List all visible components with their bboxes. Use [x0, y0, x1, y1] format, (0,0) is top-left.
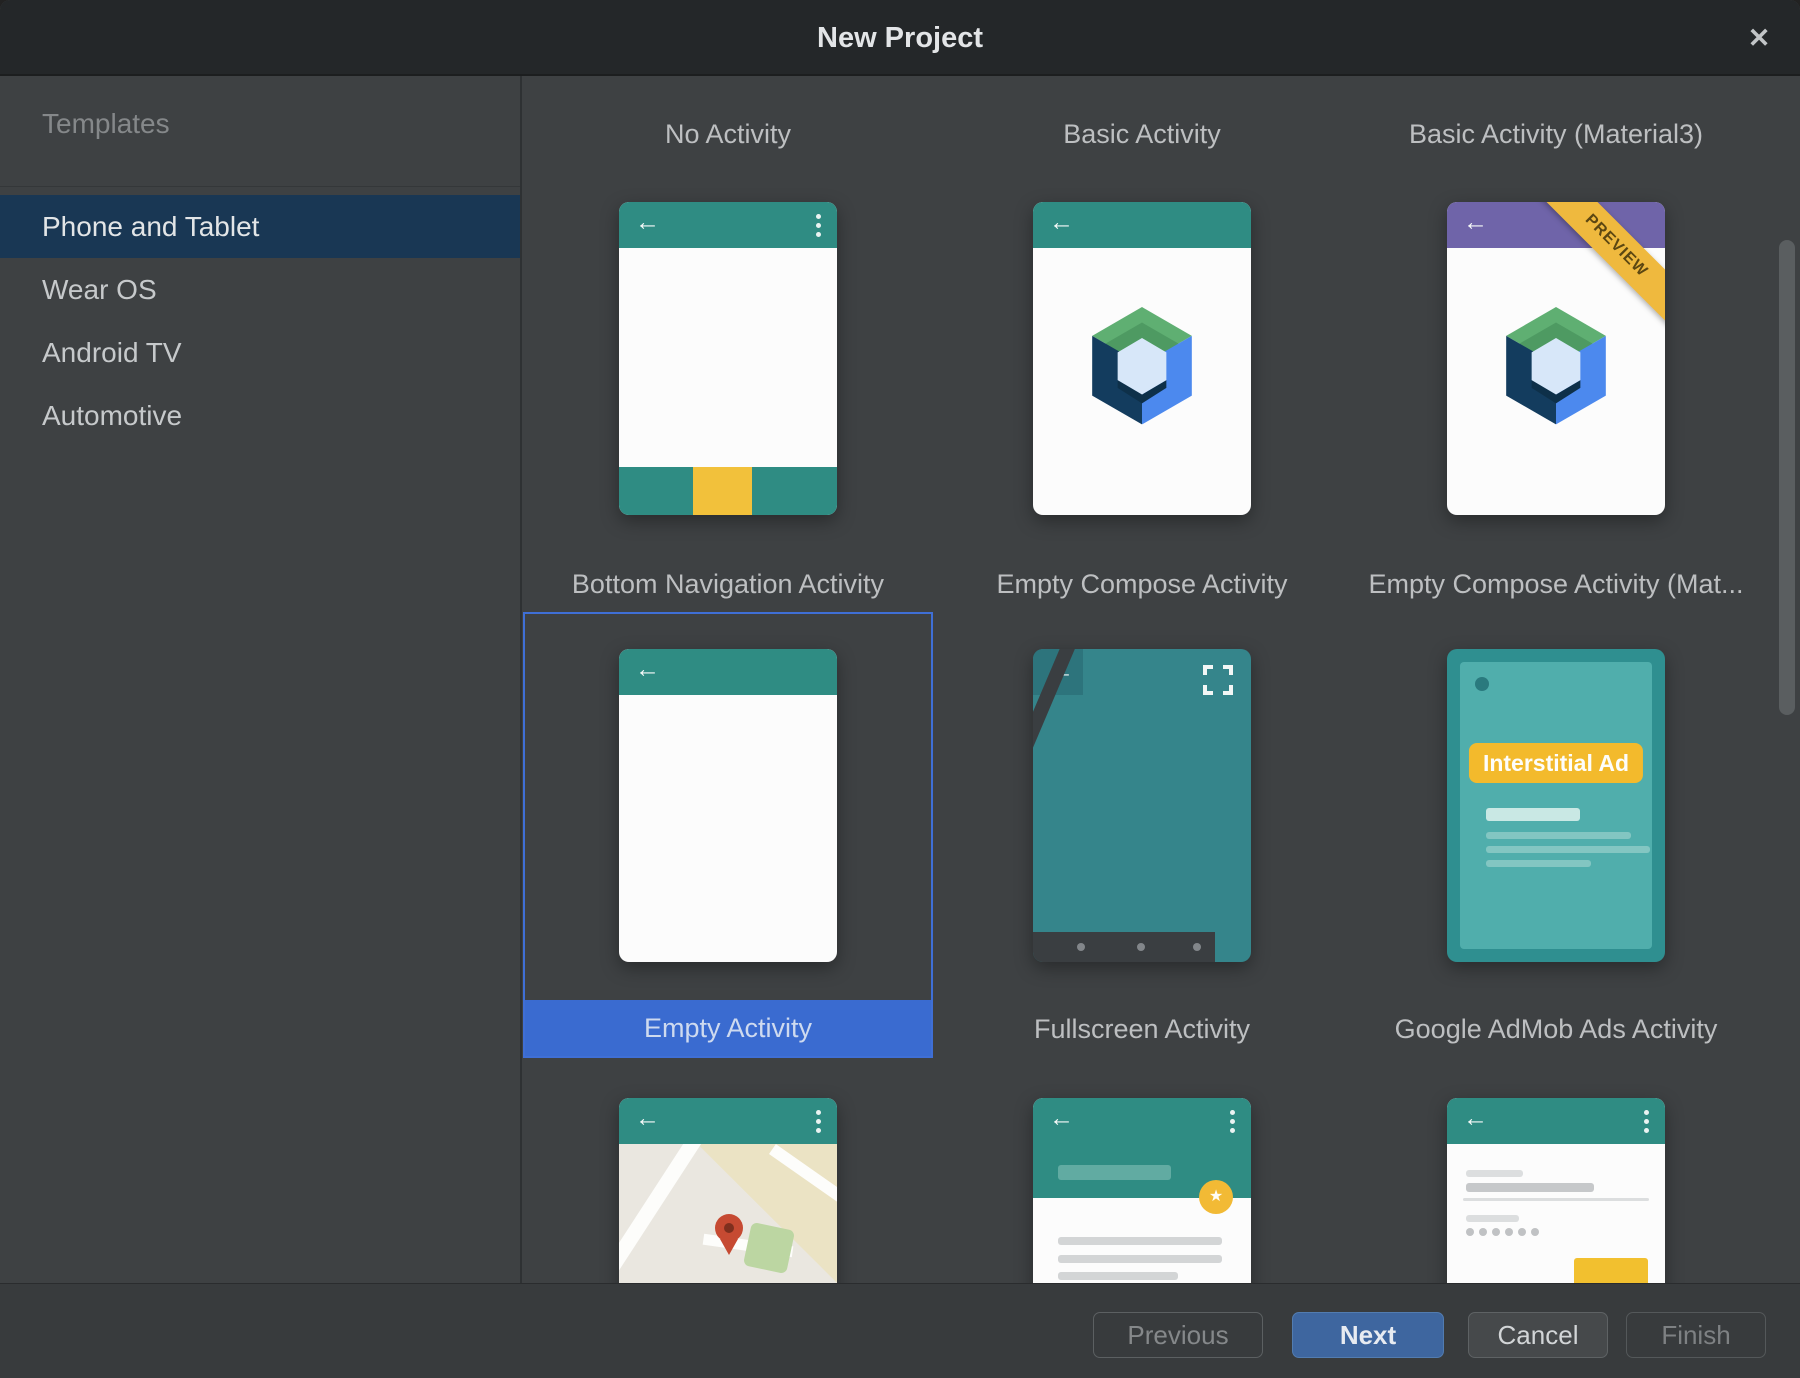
dialog-title: New Project	[0, 0, 1800, 76]
admob-screen: Interstitial Ad	[1460, 662, 1652, 949]
star-fab-icon: ★	[1199, 1180, 1233, 1214]
sidebar-item-automotive[interactable]: Automotive	[0, 384, 520, 447]
dialog-footer: Previous Next Cancel Finish	[0, 1283, 1800, 1378]
next-button[interactable]: Next	[1292, 1312, 1444, 1358]
kebab-menu-icon	[1644, 1110, 1649, 1137]
template-label-empty-compose-activity[interactable]: Empty Compose Activity	[935, 566, 1349, 602]
new-project-dialog: New Project ✕ Templates Phone and Tablet…	[0, 0, 1800, 1378]
back-arrow-icon: ←	[1049, 1104, 1074, 1133]
jetpack-compose-logo	[1086, 304, 1198, 433]
sidebar-item-android-tv[interactable]: Android TV	[0, 321, 520, 384]
thumb-appbar: ←	[1033, 202, 1251, 248]
bottom-nav-bar	[619, 467, 837, 515]
map-pin-icon	[715, 1214, 743, 1242]
password-dots	[1466, 1228, 1539, 1236]
thumb-appbar: ←	[1447, 1098, 1665, 1144]
map-preview	[619, 1144, 837, 1283]
nav-buttons-bar	[1033, 932, 1215, 962]
back-arrow-icon: ←	[1049, 208, 1074, 237]
template-label-basic-activity-material3[interactable]: Basic Activity (Material3)	[1349, 116, 1763, 152]
fullscreen-expand-icon	[1203, 665, 1233, 695]
interstitial-ad-badge: Interstitial Ad	[1469, 743, 1643, 783]
template-thumb-google-maps-activity[interactable]: ←	[619, 1098, 837, 1283]
template-thumb-empty-compose-activity[interactable]: ←	[1033, 202, 1251, 515]
template-thumb-empty-activity[interactable]: ←	[619, 649, 837, 962]
title-bar: New Project ✕	[0, 0, 1800, 76]
back-arrow-icon: ←	[635, 208, 660, 237]
finish-button[interactable]: Finish	[1626, 1312, 1766, 1358]
back-arrow-icon: ←	[1463, 208, 1488, 237]
previous-button[interactable]: Previous	[1093, 1312, 1263, 1358]
jetpack-compose-logo	[1500, 304, 1612, 433]
selected-template-label[interactable]: Empty Activity	[525, 1000, 931, 1056]
template-label-bottom-navigation-activity[interactable]: Bottom Navigation Activity	[521, 566, 935, 602]
kebab-menu-icon	[1230, 1110, 1235, 1137]
kebab-menu-icon	[816, 214, 821, 241]
template-thumb-login-activity[interactable]: ←	[1447, 1098, 1665, 1283]
sidebar-item-wear-os[interactable]: Wear OS	[0, 258, 520, 321]
template-thumb-bottom-navigation-activity[interactable]: ←	[619, 202, 837, 515]
thumb-appbar: ←	[619, 1098, 837, 1144]
template-thumb-fullscreen-activity[interactable]: ←	[1033, 649, 1251, 962]
kebab-menu-icon	[816, 1110, 821, 1137]
back-arrow-icon: ←	[1463, 1104, 1488, 1133]
sidebar-separator	[0, 186, 520, 187]
diagonal-stripe	[1033, 649, 1079, 962]
template-thumb-empty-compose-activity-material3[interactable]: ← PREVIEW	[1447, 202, 1665, 515]
thumb-appbar: ←	[619, 202, 837, 248]
template-category-sidebar: Templates Phone and Tablet Wear OS Andro…	[0, 76, 520, 1283]
sidebar-item-phone-and-tablet[interactable]: Phone and Tablet	[0, 195, 520, 258]
template-label-no-activity[interactable]: No Activity	[521, 116, 935, 152]
gallery-scrollbar[interactable]	[1779, 240, 1795, 715]
thumb-appbar: ←	[619, 649, 837, 695]
template-gallery: No Activity Basic Activity Basic Activit…	[521, 76, 1763, 1283]
yellow-button-placeholder	[1574, 1258, 1648, 1283]
back-arrow-icon: ←	[635, 655, 660, 684]
close-icon[interactable]: ✕	[1736, 0, 1782, 76]
admob-dot	[1475, 677, 1489, 691]
cancel-button[interactable]: Cancel	[1468, 1312, 1608, 1358]
template-label-basic-activity[interactable]: Basic Activity	[935, 116, 1349, 152]
template-label-fullscreen-activity[interactable]: Fullscreen Activity	[935, 1011, 1349, 1047]
template-label-empty-compose-activity-material3[interactable]: Empty Compose Activity (Mat...	[1349, 566, 1763, 602]
template-label-google-admob-ads-activity[interactable]: Google AdMob Ads Activity	[1349, 1011, 1763, 1047]
template-thumb-scrolling-activity[interactable]: ← ★	[1033, 1098, 1251, 1283]
template-thumb-google-admob-ads-activity[interactable]: Interstitial Ad	[1447, 649, 1665, 962]
back-arrow-icon: ←	[635, 1104, 660, 1133]
sidebar-header: Templates	[42, 108, 170, 140]
